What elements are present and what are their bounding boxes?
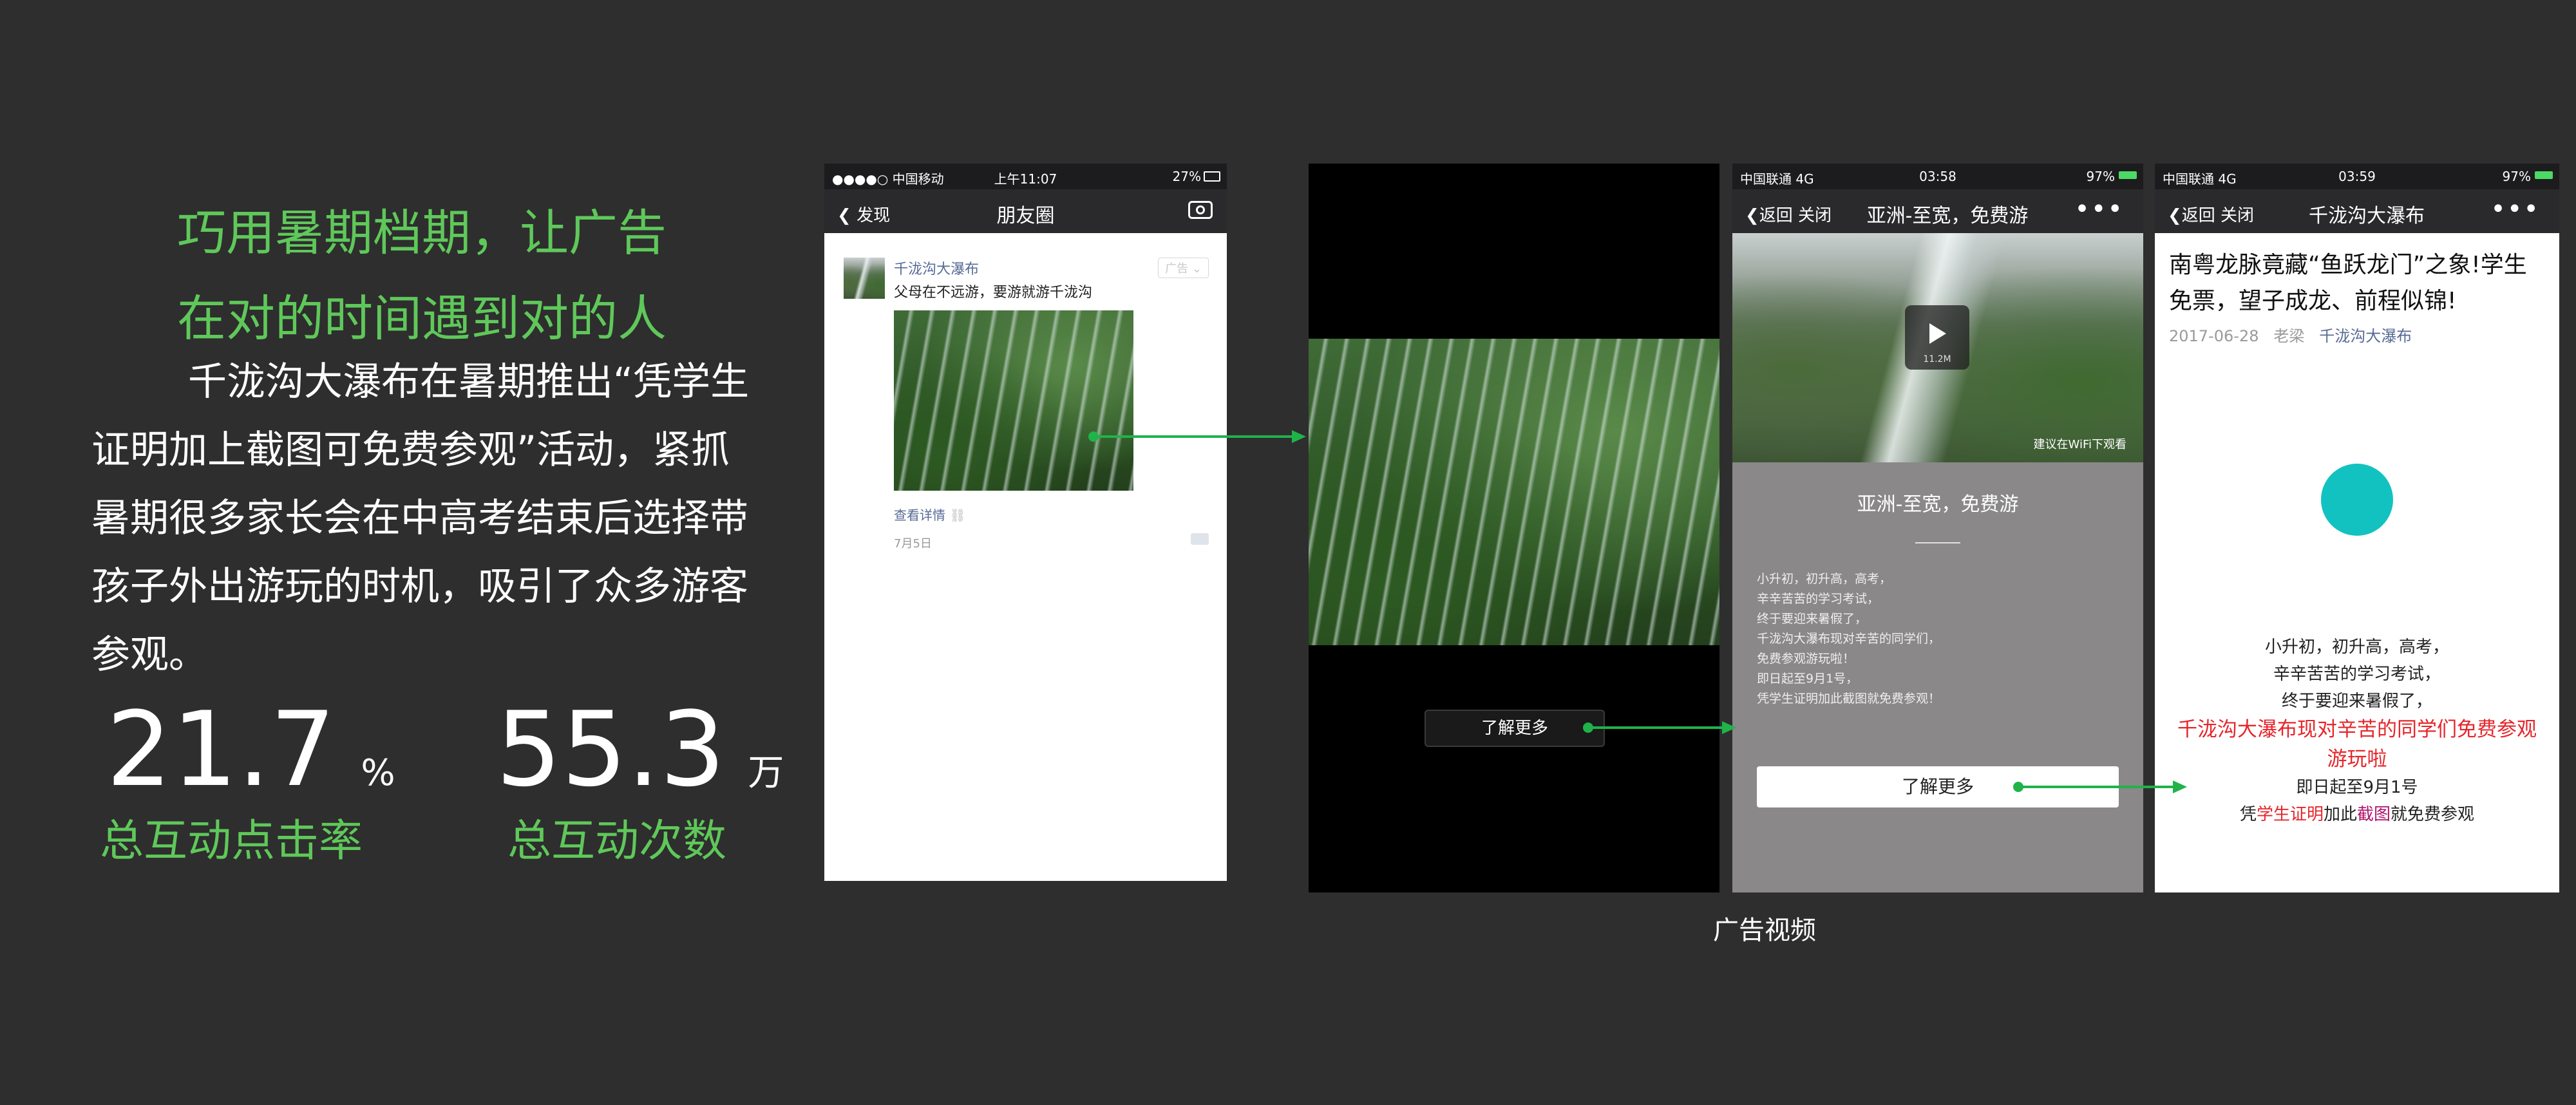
headline-line1: 巧用暑期档期，让广告 — [177, 204, 667, 261]
card-body-line: 小升初，初升高，高考， — [1757, 572, 1892, 586]
arrow-head — [2173, 780, 2187, 793]
article-line: 辛辛苦苦的学习考试， — [2273, 665, 2441, 684]
play-button[interactable]: 11.2M — [1905, 305, 1969, 370]
article-account-link[interactable]: 千泷沟大瀑布 — [2319, 327, 2412, 345]
arrow-line — [1094, 435, 1293, 438]
wifi-hint: 建议在WiFi下观看 — [2033, 438, 2126, 451]
screenshot-highlight: 截图 — [2357, 805, 2391, 824]
camera-icon[interactable] — [1188, 201, 1213, 219]
stat-click-rate-value: 21.7 — [106, 689, 336, 809]
article-body: 小升初，初升高，高考， 辛辛苦苦的学习考试， 终于要迎来暑假了， 千泷沟大瀑布现… — [2168, 634, 2546, 828]
card-body-line: 辛辛苦苦的学习考试， — [1757, 592, 1880, 606]
battery-percent: 97% — [2502, 169, 2531, 184]
ad-landing-screen: 中国联通 4G 03:58 97% ❮返回 关闭 亚洲-至宽，免费游 ••• 1… — [1732, 164, 2143, 892]
student-id-highlight: 学生证明 — [2256, 805, 2324, 824]
nav-bar: ❮返回 关闭 千泷沟大瀑布 ••• — [2155, 189, 2559, 233]
status-bar: 中国联通 4G 03:59 97% — [2155, 164, 2559, 189]
arrow-head — [1722, 721, 1736, 734]
more-icon[interactable]: ••• — [2074, 194, 2124, 224]
nav-bar: ❮返回 关闭 亚洲-至宽，免费游 ••• — [1732, 189, 2143, 233]
card-title: 亚洲-至宽，免费游 — [1857, 493, 2019, 516]
teal-circle-graphic — [2321, 464, 2393, 536]
article-meta: 2017-06-28 老梁 千泷沟大瀑布 — [2169, 323, 2412, 346]
video-size: 11.2M — [1923, 354, 1951, 364]
learn-more-button[interactable]: 了解更多 — [1425, 710, 1605, 747]
article-author: 老梁 — [2273, 327, 2305, 345]
article-line: 凭学生证明加此截图就免费参观 — [2168, 801, 2546, 828]
arrow-line — [2018, 786, 2173, 788]
text-fragment: 加此 — [2323, 805, 2357, 824]
article-screen: 中国联通 4G 03:59 97% ❮返回 关闭 千泷沟大瀑布 ••• 南粤龙脉… — [2155, 164, 2559, 892]
text-fragment: 凭 — [2239, 805, 2257, 824]
post-text: 父母在不远游，要游就游千泷沟 — [894, 285, 1093, 301]
arrow-head — [1292, 430, 1306, 443]
post-date: 7月5日 — [894, 537, 932, 551]
nav-bar: ❮ 发现 朋友圈 — [824, 189, 1227, 233]
article-date: 2017-06-28 — [2169, 327, 2259, 345]
stat-interactions-unit: 万 — [748, 752, 784, 794]
card-body-line: 终于要迎来暑假了， — [1757, 612, 1868, 626]
campaign-description: 千泷沟大瀑布在暑期推出“凭学生证明加上截图可免费参观”活动，紧抓暑期很多家长会在… — [91, 359, 750, 677]
chevron-down-icon: ⌄ — [1191, 262, 1202, 276]
stat-interactions-label: 总互动次数 — [507, 816, 727, 867]
headline-line2: 在对的时间遇到对的人 — [177, 290, 667, 347]
battery-percent: 97% — [2086, 169, 2115, 184]
ad-tag-label: 广告 — [1165, 262, 1189, 276]
video-frame[interactable] — [1309, 339, 1719, 645]
moments-screen: ●●●●○ 中国移动 上午11:07 27% ❮ 发现 朋友圈 千泷沟大瀑布 广… — [824, 164, 1227, 881]
status-bar: ●●●●○ 中国移动 上午11:07 27% — [824, 164, 1227, 189]
comment-icon[interactable] — [1191, 533, 1209, 545]
post-author[interactable]: 千泷沟大瀑布 — [894, 258, 979, 278]
link-icon: ⛓ — [949, 507, 966, 523]
stat-click-rate-label: 总互动点击率 — [100, 816, 363, 867]
status-bar: 中国联通 4G 03:58 97% — [1732, 164, 2143, 189]
play-icon — [1929, 323, 1946, 344]
text-fragment: 就免费参观 — [2391, 805, 2475, 824]
more-icon[interactable]: ••• — [2490, 194, 2540, 224]
stat-interactions: 55.3 万 — [496, 689, 784, 809]
caption: 广告视频 — [1713, 916, 1816, 945]
article-line: 小升初，初升高，高考， — [2264, 638, 2449, 657]
divider — [1915, 542, 1960, 543]
card-body-line: 千泷沟大瀑布现对辛苦的同学们， — [1757, 632, 1941, 646]
post-image[interactable] — [894, 310, 1133, 491]
stat-click-rate: 21.7 % — [106, 689, 395, 809]
battery-percent: 27% — [1172, 169, 1201, 184]
article-line: 终于要迎来暑假了， — [2281, 692, 2432, 711]
article-highlight: 千泷沟大瀑布现对辛苦的同学们免费参观游玩啦 — [2177, 718, 2537, 771]
article-line: 即日起至9月1号 — [2296, 778, 2418, 797]
stat-interactions-value: 55.3 — [496, 689, 726, 809]
card-body-line: 即日起至9月1号， — [1757, 672, 1859, 686]
status-time: 03:59 — [2338, 169, 2376, 184]
article-title: 南粤龙脉竟藏“鱼跃龙门”之象!学生免票，望子成龙、前程似锦! — [2169, 252, 2527, 314]
card-body-line: 免费参观游玩啦！ — [1757, 652, 1855, 666]
arrow-line — [1588, 726, 1723, 729]
avatar[interactable] — [844, 258, 885, 299]
battery-icon — [1204, 171, 1220, 182]
nav-title: 朋友圈 — [996, 205, 1055, 227]
ad-tag[interactable]: 广告 ⌄ — [1158, 258, 1209, 278]
battery-icon — [2119, 171, 2137, 179]
view-details-label: 查看详情 — [894, 507, 945, 523]
stat-click-rate-unit: % — [361, 752, 395, 794]
card-body-line: 凭学生证明加此截图就免费参观！ — [1757, 692, 1941, 706]
status-time: 03:58 — [1919, 169, 1956, 184]
video-player-screen: 了解更多 — [1309, 164, 1719, 892]
battery-icon — [2535, 171, 2553, 179]
view-details-link[interactable]: 查看详情 ⛓ — [894, 505, 966, 524]
status-time: 上午11:07 — [994, 171, 1057, 187]
card-body: 小升初，初升高，高考， 辛辛苦苦的学习考试， 终于要迎来暑假了， 千泷沟大瀑布现… — [1757, 569, 1940, 709]
